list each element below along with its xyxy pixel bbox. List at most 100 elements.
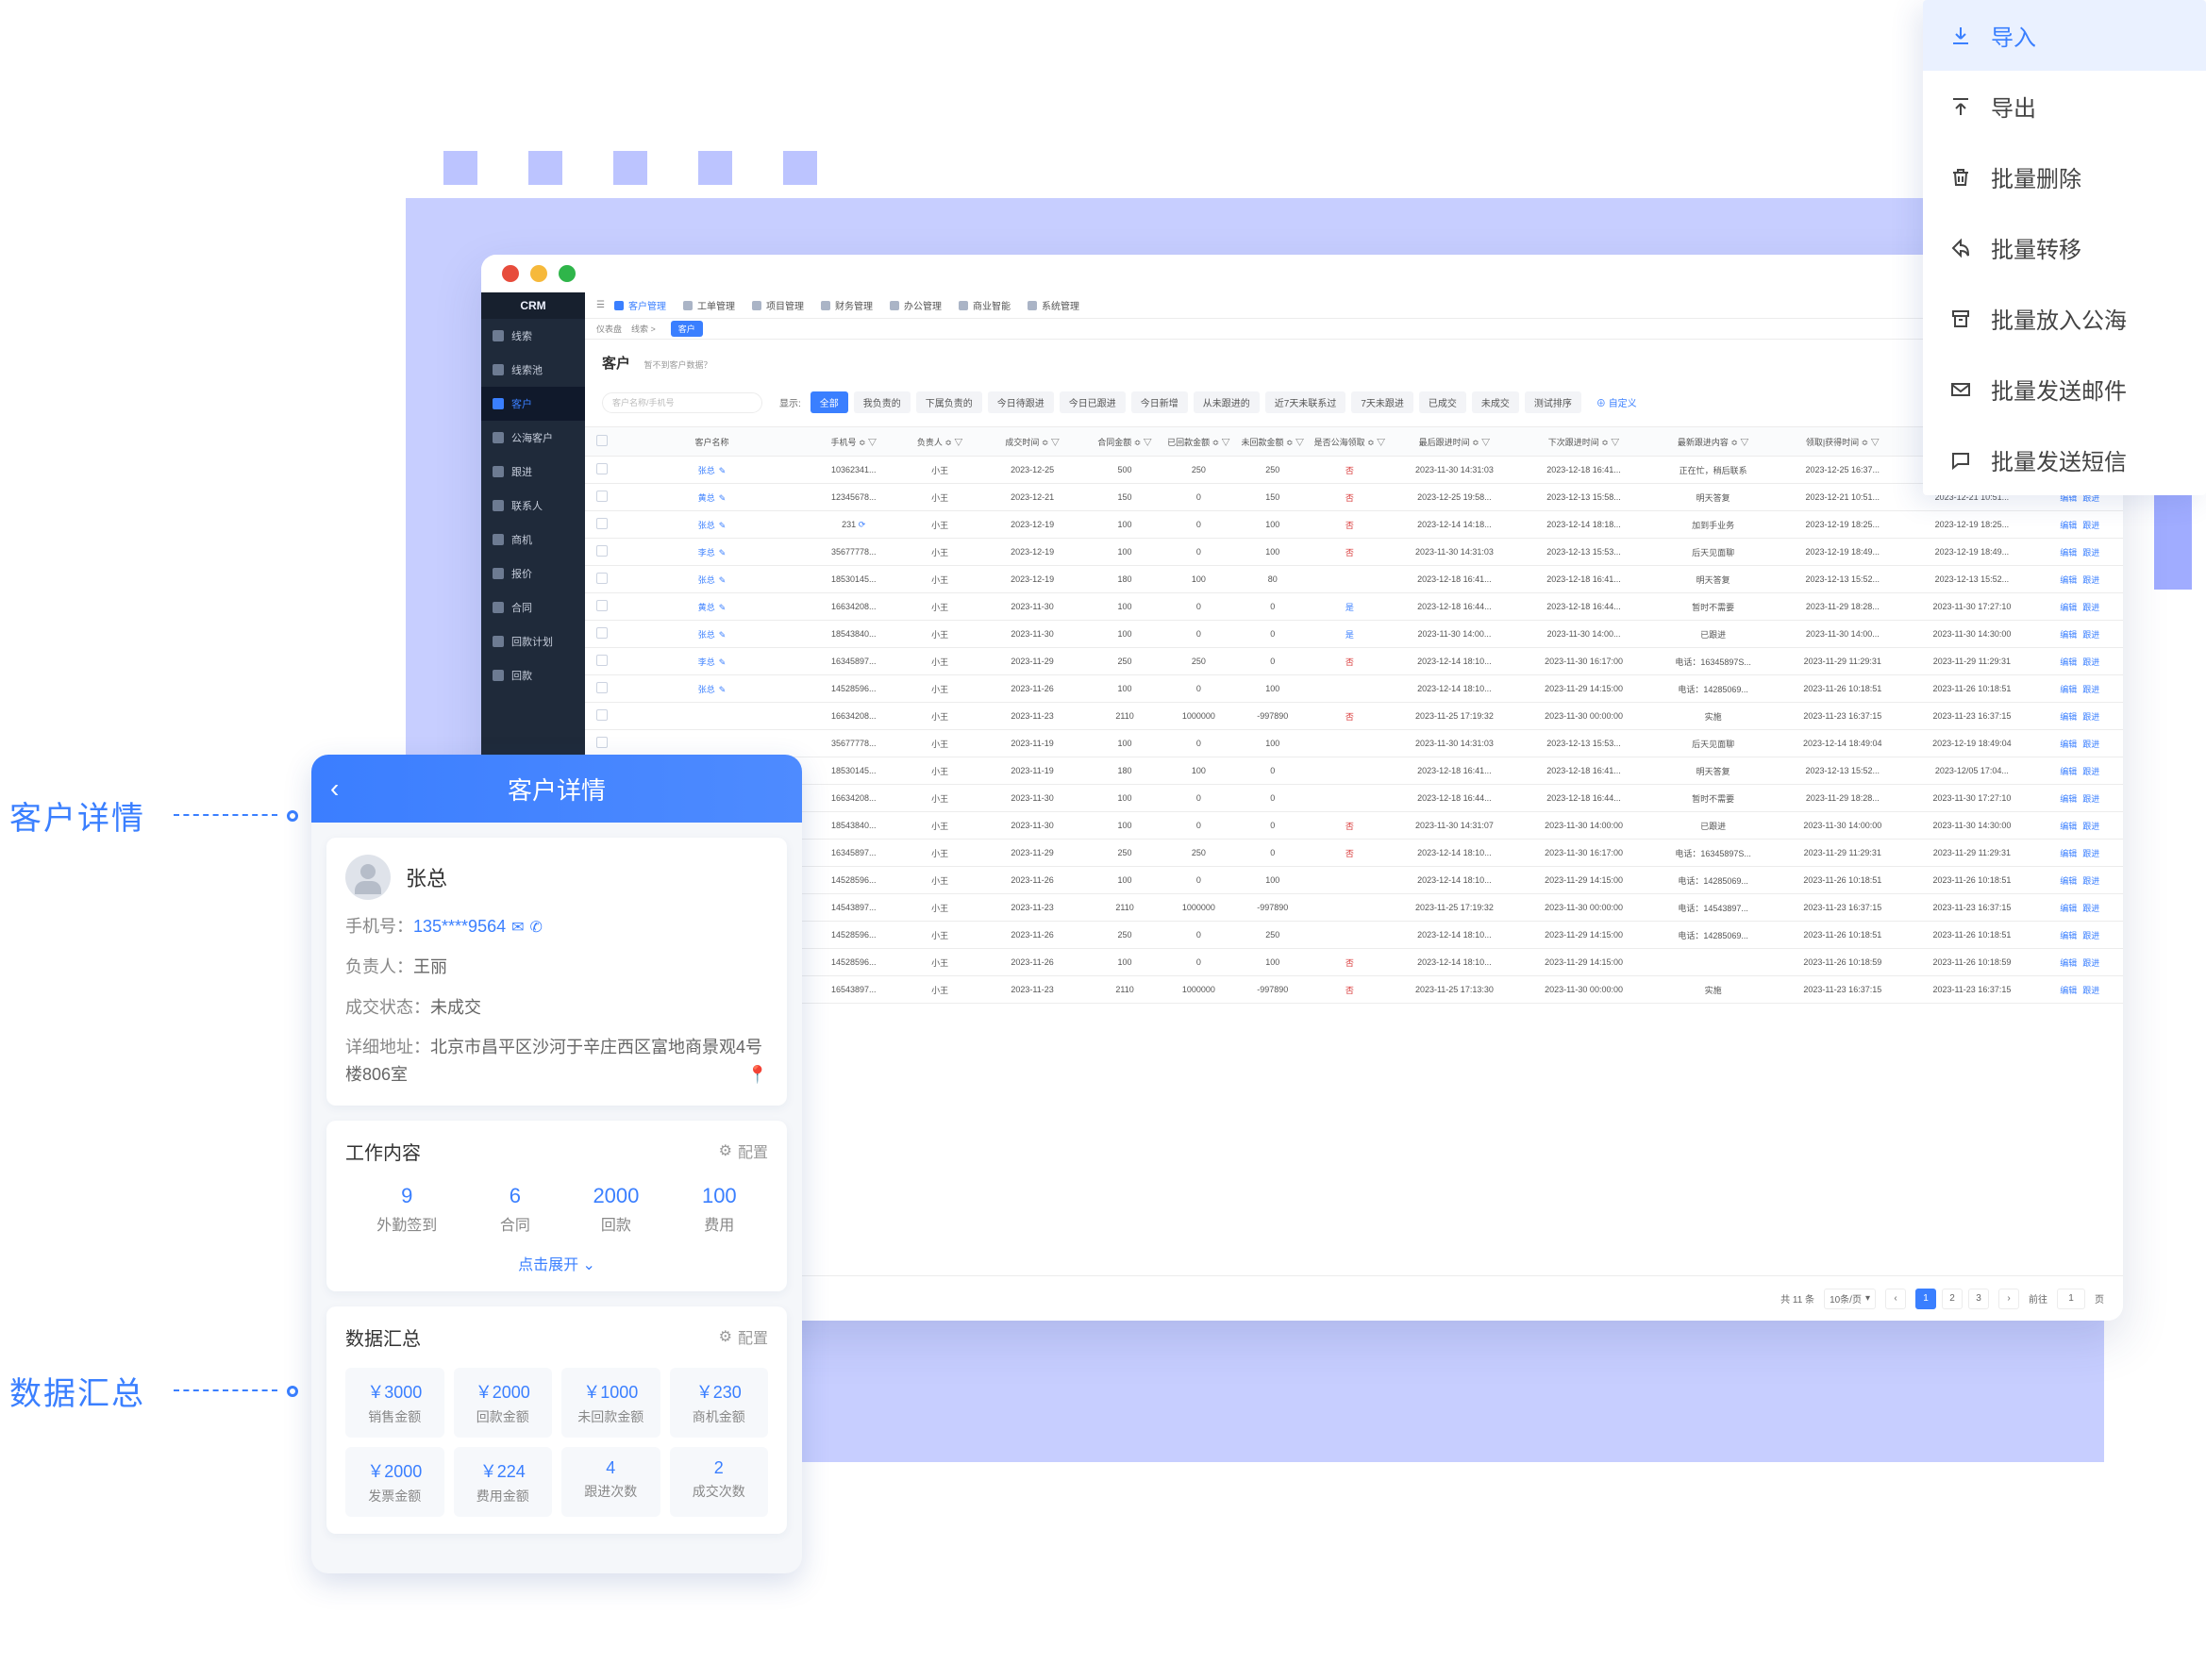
row-checkbox[interactable] bbox=[596, 682, 608, 693]
edit-icon[interactable]: ✎ bbox=[719, 521, 727, 530]
topnav-item-0[interactable]: 客户管理 bbox=[614, 298, 666, 312]
location-icon[interactable]: 📍 bbox=[747, 1061, 768, 1089]
row-edit[interactable]: 编辑 bbox=[2060, 603, 2077, 612]
topnav-item-5[interactable]: 商业智能 bbox=[959, 298, 1011, 312]
work-stat[interactable]: 100费用 bbox=[702, 1184, 737, 1235]
search-input[interactable]: 客户名称/手机号 bbox=[602, 392, 762, 413]
row-follow[interactable]: 跟进 bbox=[2082, 986, 2099, 995]
row-edit[interactable]: 编辑 bbox=[2060, 575, 2077, 585]
traffic-light-close[interactable] bbox=[502, 265, 519, 282]
filter-chip-6[interactable]: 从未跟进的 bbox=[1194, 391, 1260, 413]
filter-chip-11[interactable]: 测试排序 bbox=[1525, 391, 1581, 413]
work-stat[interactable]: 9外勤签到 bbox=[376, 1184, 437, 1235]
th-6[interactable]: 已回款金额 ≎ ▽ bbox=[1161, 427, 1235, 457]
sidebar-item-6[interactable]: 商机 bbox=[481, 523, 585, 557]
pager-goto-input[interactable]: 1 bbox=[2057, 1289, 2085, 1309]
row-checkbox[interactable] bbox=[596, 737, 608, 748]
row-edit[interactable]: 编辑 bbox=[2060, 712, 2077, 722]
work-config[interactable]: ⚙配置 bbox=[719, 1139, 768, 1162]
checkbox-all[interactable] bbox=[596, 435, 608, 446]
work-stat[interactable]: 6合同 bbox=[500, 1184, 530, 1235]
row-follow[interactable]: 跟进 bbox=[2082, 685, 2099, 694]
row-checkbox[interactable] bbox=[596, 545, 608, 557]
pager-page-2[interactable]: 2 bbox=[1942, 1289, 1963, 1309]
row-edit[interactable]: 编辑 bbox=[2060, 740, 2077, 749]
th-7[interactable]: 未回款金额 ≎ ▽ bbox=[1236, 427, 1310, 457]
customer-link[interactable]: 张总 bbox=[698, 575, 715, 585]
sidebar-item-3[interactable]: 公海客户 bbox=[481, 421, 585, 455]
summary-config[interactable]: ⚙配置 bbox=[719, 1325, 768, 1348]
row-follow[interactable]: 跟进 bbox=[2082, 931, 2099, 940]
topnav-item-3[interactable]: 财务管理 bbox=[821, 298, 873, 312]
traffic-light-min[interactable] bbox=[530, 265, 547, 282]
row-follow[interactable]: 跟进 bbox=[2082, 630, 2099, 640]
row-edit[interactable]: 编辑 bbox=[2060, 630, 2077, 640]
row-edit[interactable]: 编辑 bbox=[2060, 521, 2077, 530]
th-8[interactable]: 是否公海领取 ≎ ▽ bbox=[1310, 427, 1390, 457]
pager-prev[interactable]: ‹ bbox=[1885, 1289, 1906, 1309]
sidebar-item-5[interactable]: 联系人 bbox=[481, 489, 585, 523]
row-checkbox[interactable] bbox=[596, 600, 608, 611]
customer-link[interactable]: 张总 bbox=[698, 521, 715, 530]
row-edit[interactable]: 编辑 bbox=[2060, 931, 2077, 940]
row-follow[interactable]: 跟进 bbox=[2082, 548, 2099, 557]
row-checkbox[interactable] bbox=[596, 573, 608, 584]
sidebar-item-10[interactable]: 回款 bbox=[481, 658, 585, 692]
traffic-light-max[interactable] bbox=[559, 265, 576, 282]
topnav-item-6[interactable]: 系统管理 bbox=[1028, 298, 1079, 312]
edit-icon[interactable]: ✎ bbox=[719, 466, 727, 475]
filter-chip-4[interactable]: 今日已跟进 bbox=[1060, 391, 1126, 413]
row-follow[interactable]: 跟进 bbox=[2082, 712, 2099, 722]
call-icon[interactable]: ✆ bbox=[530, 920, 543, 936]
customer-link[interactable]: 张总 bbox=[698, 466, 715, 475]
topnav-item-4[interactable]: 办公管理 bbox=[890, 298, 942, 312]
row-follow[interactable]: 跟进 bbox=[2082, 822, 2099, 831]
money-item[interactable]: ￥2000回款金额 bbox=[454, 1368, 553, 1438]
money-item[interactable]: ￥2000发票金额 bbox=[345, 1447, 444, 1517]
row-follow[interactable]: 跟进 bbox=[2082, 657, 2099, 667]
th-12[interactable]: 领取|获得时间 ≎ ▽ bbox=[1778, 427, 1907, 457]
row-follow[interactable]: 跟进 bbox=[2082, 521, 2099, 530]
row-edit[interactable]: 编辑 bbox=[2060, 849, 2077, 858]
row-edit[interactable]: 编辑 bbox=[2060, 904, 2077, 913]
th-0[interactable] bbox=[585, 427, 620, 457]
row-checkbox[interactable] bbox=[596, 709, 608, 721]
back-icon[interactable]: ‹ bbox=[330, 773, 339, 804]
th-10[interactable]: 下次跟进时间 ≎ ▽ bbox=[1519, 427, 1648, 457]
th-1[interactable]: 客户名称 bbox=[620, 427, 805, 457]
action-download[interactable]: 导入 bbox=[1923, 0, 2206, 71]
pager-page-1[interactable]: 1 bbox=[1915, 1289, 1936, 1309]
row-follow[interactable]: 跟进 bbox=[2082, 740, 2099, 749]
refresh-icon[interactable]: ⟳ bbox=[859, 520, 866, 529]
filter-chip-9[interactable]: 已成交 bbox=[1419, 391, 1466, 413]
sidebar-item-8[interactable]: 合同 bbox=[481, 590, 585, 624]
customer-link[interactable]: 黄总 bbox=[698, 493, 715, 503]
row-checkbox[interactable] bbox=[596, 655, 608, 666]
th-5[interactable]: 合同金额 ≎ ▽ bbox=[1088, 427, 1161, 457]
sidebar-item-1[interactable]: 线索池 bbox=[481, 353, 585, 387]
sidebar-item-9[interactable]: 回款计划 bbox=[481, 624, 585, 658]
filter-chip-5[interactable]: 今日新增 bbox=[1131, 391, 1188, 413]
pager-page-3[interactable]: 3 bbox=[1968, 1289, 1989, 1309]
row-checkbox[interactable] bbox=[596, 491, 608, 502]
sidebar-item-7[interactable]: 报价 bbox=[481, 557, 585, 590]
chat-icon[interactable]: ✉ bbox=[511, 920, 524, 936]
edit-icon[interactable]: ✎ bbox=[719, 493, 727, 503]
action-share[interactable]: 批量转移 bbox=[1923, 212, 2206, 283]
edit-icon[interactable]: ✎ bbox=[719, 575, 727, 585]
customer-link[interactable]: 张总 bbox=[698, 630, 715, 640]
filter-chip-10[interactable]: 未成交 bbox=[1472, 391, 1519, 413]
row-edit[interactable]: 编辑 bbox=[2060, 548, 2077, 557]
topnav-item-2[interactable]: 项目管理 bbox=[752, 298, 804, 312]
pager-next[interactable]: › bbox=[1998, 1289, 2019, 1309]
row-edit[interactable]: 编辑 bbox=[2060, 822, 2077, 831]
filter-chip-2[interactable]: 下属负责的 bbox=[916, 391, 982, 413]
th-11[interactable]: 最新跟进内容 ≎ ▽ bbox=[1648, 427, 1778, 457]
edit-icon[interactable]: ✎ bbox=[719, 603, 727, 612]
sidebar-item-4[interactable]: 跟进 bbox=[481, 455, 585, 489]
filter-chip-0[interactable]: 全部 bbox=[811, 391, 848, 413]
row-edit[interactable]: 编辑 bbox=[2060, 986, 2077, 995]
th-4[interactable]: 成交时间 ≎ ▽ bbox=[977, 427, 1088, 457]
row-edit[interactable]: 编辑 bbox=[2060, 958, 2077, 968]
row-edit[interactable]: 编辑 bbox=[2060, 685, 2077, 694]
